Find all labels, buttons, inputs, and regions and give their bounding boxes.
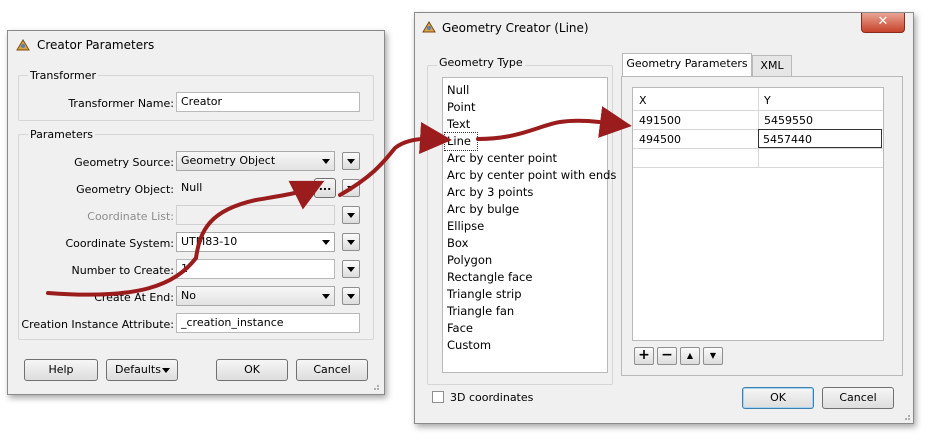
list-item[interactable]: Text: [447, 116, 470, 133]
list-item[interactable]: Triangle strip: [447, 286, 522, 303]
list-item[interactable]: Custom: [447, 337, 491, 354]
geometry-type-list: Null Point Text Line Arc by center point Arc …: [442, 77, 616, 373]
help-button[interactable]: Help: [24, 359, 98, 381]
table-cell[interactable]: 5459550: [760, 111, 817, 130]
3d-coordinates-checkbox[interactable]: [432, 391, 444, 403]
remove-row-button[interactable]: −: [657, 347, 677, 365]
creator-titlebar[interactable]: Creator Parameters: [8, 31, 384, 61]
creation-instance-label: Creation Instance Attribute:: [21, 318, 174, 331]
chevron-down-icon: [322, 294, 330, 299]
list-item[interactable]: Arc by 3 points: [447, 184, 533, 201]
create-at-end-options-button[interactable]: [342, 287, 360, 305]
list-item[interactable]: Ellipse: [447, 218, 484, 235]
creator-parameters-dialog: Creator Parameters Transformer Transform…: [7, 30, 385, 395]
geometry-type-group-label: Geometry Type: [437, 56, 525, 69]
list-item[interactable]: Point: [447, 99, 476, 116]
transformer-name-input[interactable]: Creator: [176, 92, 360, 112]
tab-xml[interactable]: XML: [752, 55, 792, 77]
grid-line: [758, 88, 759, 167]
number-to-create-input[interactable]: 1: [176, 259, 335, 279]
table-cell[interactable]: 494500: [635, 130, 685, 149]
chevron-down-icon: [322, 240, 330, 245]
list-item[interactable]: Arc by bulge: [447, 201, 519, 218]
transformer-name-label: Transformer Name:: [68, 97, 174, 110]
resize-grip-icon[interactable]: [901, 411, 911, 421]
coordinate-grid: X Y 491500 5459550 494500 5457440: [632, 87, 884, 341]
chevron-down-icon: [347, 267, 355, 272]
close-button[interactable]: ✕: [861, 13, 905, 33]
coordinate-list-label: Coordinate List:: [87, 210, 174, 223]
list-item[interactable]: Arc by center point with ends: [447, 167, 616, 184]
column-header-y[interactable]: Y: [760, 91, 775, 110]
geometry-object-label: Geometry Object:: [76, 183, 174, 196]
defaults-button[interactable]: Defaults: [106, 359, 178, 381]
fme-app-icon: [422, 21, 436, 33]
geometry-object-options-button[interactable]: [342, 179, 360, 197]
geometry-source-select[interactable]: Geometry Object: [176, 151, 335, 171]
list-item[interactable]: Rectangle face: [447, 269, 532, 286]
list-item[interactable]: Face: [447, 320, 473, 337]
create-at-end-value: No: [181, 289, 196, 302]
ok-button[interactable]: OK: [216, 359, 288, 381]
table-cell[interactable]: 491500: [635, 111, 685, 130]
fme-app-icon: [16, 39, 30, 51]
chevron-down-icon: [347, 159, 355, 164]
list-item[interactable]: Arc by center point: [447, 150, 557, 167]
creation-instance-input[interactable]: _creation_instance: [176, 313, 360, 333]
table-cell-editing[interactable]: 5457440: [758, 129, 882, 148]
cancel-button[interactable]: Cancel: [822, 387, 894, 409]
geometry-object-field[interactable]: Null: [176, 178, 294, 198]
geometry-source-options-button[interactable]: [342, 152, 360, 170]
geometry-dialog-title: Geometry Creator (Line): [442, 21, 589, 35]
grid-line: [633, 167, 883, 168]
resize-grip-icon[interactable]: [370, 381, 380, 391]
tab-geometry-parameters[interactable]: Geometry Parameters: [622, 53, 752, 77]
create-at-end-select[interactable]: No: [176, 286, 335, 306]
transformer-group-label: Transformer: [28, 69, 99, 82]
coordinate-system-select[interactable]: UTM83-10: [176, 232, 335, 252]
create-at-end-label: Create At End:: [94, 291, 174, 304]
defaults-button-label: Defaults: [115, 363, 161, 376]
coordinate-list-input[interactable]: [176, 205, 335, 225]
list-item[interactable]: Box: [447, 235, 468, 252]
creator-dialog-title: Creator Parameters: [37, 38, 155, 52]
chevron-down-icon: [347, 294, 355, 299]
list-item[interactable]: Triangle fan: [447, 303, 514, 320]
3d-coordinates-label: 3D coordinates: [450, 391, 534, 404]
geometry-creator-dialog: Geometry Creator (Line) ✕ Geometry Type …: [414, 12, 914, 424]
geometry-object-ellipsis-button[interactable]: ...: [314, 178, 336, 198]
chevron-down-icon: [347, 213, 355, 218]
move-up-button[interactable]: ▲: [680, 347, 700, 365]
ok-button[interactable]: OK: [742, 387, 814, 409]
chevron-down-icon: [322, 159, 330, 164]
coordinate-system-label: Coordinate System:: [65, 237, 174, 250]
list-item[interactable]: Polygon: [447, 252, 492, 269]
geometry-source-label: Geometry Source:: [74, 156, 174, 169]
geometry-titlebar[interactable]: Geometry Creator (Line) ✕: [415, 13, 913, 43]
caret-down-icon: [162, 368, 170, 373]
geometry-source-value: Geometry Object: [181, 154, 276, 167]
coordinate-system-value: UTM83-10: [181, 235, 238, 248]
cancel-button[interactable]: Cancel: [296, 359, 368, 381]
coordinate-list-options-button[interactable]: [342, 206, 360, 224]
number-to-create-options-button[interactable]: [342, 260, 360, 278]
list-item[interactable]: Line: [444, 132, 478, 151]
column-header-x[interactable]: X: [635, 91, 651, 110]
add-row-button[interactable]: +: [634, 347, 654, 365]
number-to-create-label: Number to Create:: [71, 264, 174, 277]
move-down-button[interactable]: ▼: [703, 347, 723, 365]
parameters-group-label: Parameters: [28, 128, 95, 141]
coordinate-system-options-button[interactable]: [342, 233, 360, 251]
chevron-down-icon: [347, 186, 355, 191]
list-item[interactable]: Null: [447, 82, 469, 99]
chevron-down-icon: [347, 240, 355, 245]
